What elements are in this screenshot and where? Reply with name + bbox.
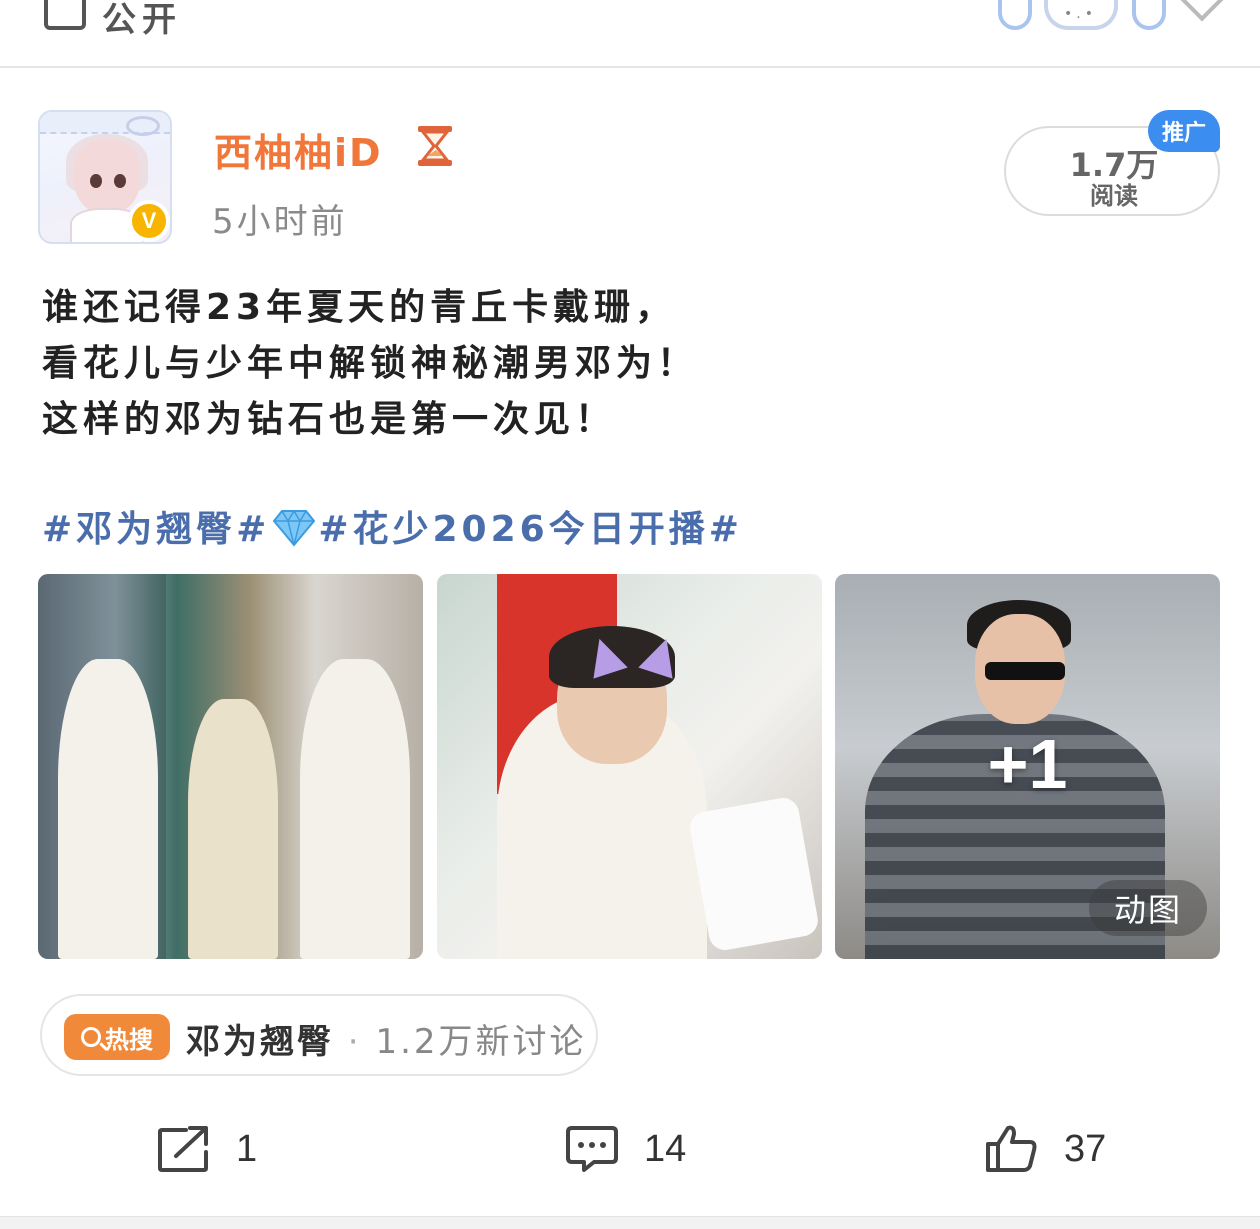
share-count: 1 bbox=[236, 1127, 258, 1170]
image-figure bbox=[300, 659, 410, 959]
post-image[interactable] bbox=[38, 574, 423, 959]
gif-badge: 动图 bbox=[1089, 880, 1207, 936]
diamond-icon bbox=[273, 509, 316, 547]
top-bar: 公开 •.• bbox=[0, 0, 1260, 68]
hot-discussion-count: 1.2万新讨论 bbox=[375, 1022, 587, 1062]
bunny-face: •.• bbox=[1064, 6, 1097, 22]
image-figure bbox=[188, 699, 278, 959]
verified-badge: V bbox=[128, 200, 170, 242]
image-figure bbox=[58, 659, 158, 959]
visibility-label[interactable]: 公开 bbox=[102, 0, 182, 41]
avatar-eye bbox=[114, 174, 126, 188]
feed-divider bbox=[0, 1216, 1260, 1229]
post-body: 谁还记得23年夏天的青丘卡戴珊， 看花儿与少年中解锁神秘潮男邓为！ 这样的邓为钻… bbox=[42, 280, 1222, 448]
share-button[interactable]: 1 bbox=[156, 1124, 257, 1174]
hourglass-icon bbox=[418, 126, 452, 166]
like-count: 37 bbox=[1064, 1127, 1107, 1170]
post-image[interactable] bbox=[437, 574, 822, 959]
share-icon bbox=[158, 1126, 208, 1172]
post-line: 这样的邓为钻石也是第一次见！ bbox=[42, 399, 617, 440]
chevron-down-icon[interactable] bbox=[1176, 0, 1228, 22]
comment-icon bbox=[566, 1126, 618, 1172]
hot-search-badge: 热搜 bbox=[64, 1014, 170, 1060]
hashtag-row: #邓为翘臀# #花少2026今日开播# bbox=[42, 500, 743, 552]
thumbs-up-icon bbox=[986, 1125, 1037, 1172]
bow-decoration bbox=[126, 116, 160, 136]
like-button[interactable]: 37 bbox=[984, 1124, 1106, 1174]
avatar-face bbox=[74, 140, 140, 214]
hot-search-pill[interactable]: 热搜 邓为翘臀 · 1.2万新讨论 bbox=[40, 994, 598, 1076]
bunny-icon: •.• bbox=[1044, 0, 1118, 30]
comment-count: 14 bbox=[644, 1127, 687, 1170]
avatar-eye bbox=[90, 174, 102, 188]
cloud-icon bbox=[998, 0, 1032, 30]
panel-icon[interactable] bbox=[44, 0, 86, 30]
image-glasses bbox=[985, 662, 1065, 680]
hot-topic-name: 邓为翘臀 bbox=[186, 1022, 334, 1062]
search-icon bbox=[81, 1027, 101, 1047]
hot-separator: · bbox=[334, 1022, 376, 1062]
hashtag-link[interactable]: #邓为翘臀# bbox=[42, 509, 270, 550]
post-line: 看花儿与少年中解锁神秘潮男邓为！ bbox=[42, 343, 699, 384]
hashtag-link[interactable]: #花少2026今日开播# bbox=[318, 509, 743, 550]
more-images-count: +1 bbox=[987, 725, 1068, 803]
post-image[interactable]: +1 动图 bbox=[835, 574, 1220, 959]
hot-search-topic: 邓为翘臀 · 1.2万新讨论 bbox=[186, 1014, 587, 1063]
read-label: 阅读 bbox=[1090, 182, 1138, 210]
author-name[interactable]: 西柚柚iD bbox=[214, 122, 383, 177]
post-time: 5小时前 bbox=[212, 202, 348, 242]
image-pillow bbox=[687, 795, 821, 953]
comment-button[interactable]: 14 bbox=[564, 1124, 686, 1174]
cloud-icon bbox=[1132, 0, 1166, 30]
hot-search-label: 热搜 bbox=[105, 1025, 153, 1054]
post-line: 谁还记得23年夏天的青丘卡戴珊， bbox=[42, 287, 677, 328]
promote-badge[interactable]: 推广 bbox=[1148, 110, 1220, 152]
